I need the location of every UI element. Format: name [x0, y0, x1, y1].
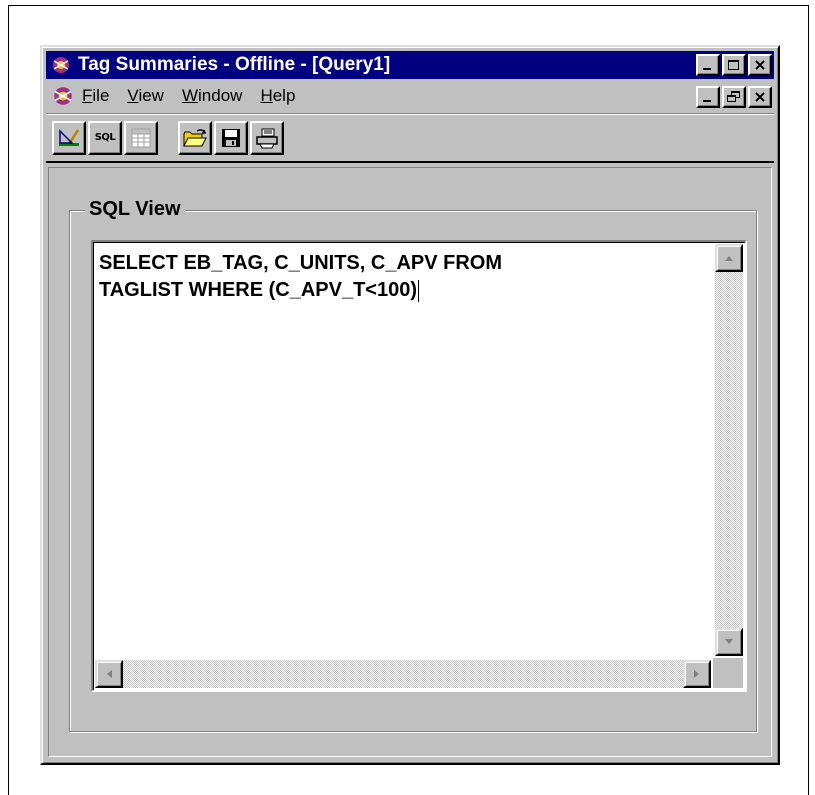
scroll-down-button[interactable] [715, 628, 743, 656]
mdi-close-button[interactable] [748, 86, 772, 108]
arrow-left-icon [107, 670, 112, 678]
design-view-icon [59, 128, 80, 146]
sql-query-text[interactable]: SELECT EB_TAG, C_UNITS, C_APV FROM TAGLI… [99, 250, 699, 304]
mdi-controls [694, 86, 772, 108]
menu-file[interactable]: File [82, 86, 109, 106]
mdi-client-area: SQL View SELECT EB_TAG, C_UNITS, C_APV F… [48, 167, 772, 757]
minimize-icon [703, 68, 711, 70]
app-icon[interactable] [50, 54, 72, 76]
menu-window[interactable]: Window [182, 86, 242, 106]
open-button[interactable] [178, 120, 212, 155]
query-line-1: SELECT EB_TAG, C_UNITS, C_APV FROM [99, 252, 503, 274]
datasheet-view-icon [131, 128, 151, 147]
minimize-icon [703, 100, 711, 102]
title-bar[interactable]: Tag Summaries - Offline - [Query1] [46, 51, 774, 79]
datasheet-view-button[interactable] [124, 120, 158, 155]
menu-help[interactable]: Help [260, 86, 295, 106]
close-button[interactable] [748, 54, 772, 76]
arrow-down-icon [725, 639, 733, 644]
minimize-button[interactable] [696, 54, 720, 76]
sql-editor[interactable]: SELECT EB_TAG, C_UNITS, C_APV FROM TAGLI… [91, 240, 747, 692]
scroll-right-button[interactable] [683, 660, 711, 688]
text-caret [418, 279, 420, 302]
arrow-right-icon [694, 670, 699, 678]
restore-icon [727, 91, 740, 102]
group-label: SQL View [85, 198, 185, 221]
scrollbar-corner [713, 658, 743, 688]
maximize-icon [728, 60, 739, 70]
design-view-button[interactable] [52, 120, 86, 155]
save-button[interactable] [214, 120, 248, 155]
horizontal-scrollbar[interactable] [95, 660, 711, 688]
print-button[interactable] [250, 120, 284, 155]
sql-view-icon: SQL [94, 132, 116, 143]
open-folder-icon [183, 128, 207, 146]
window-title: Tag Summaries - Offline - [Query1] [78, 54, 391, 75]
scroll-left-button[interactable] [95, 660, 123, 688]
document-icon[interactable] [52, 85, 74, 107]
print-icon [256, 128, 278, 148]
mdi-minimize-button[interactable] [696, 86, 720, 108]
vertical-scrollbar[interactable] [715, 244, 743, 656]
maximize-button[interactable] [722, 54, 746, 76]
toolbar: SQL [46, 113, 774, 163]
close-icon [755, 60, 765, 70]
arrow-up-icon [725, 256, 733, 261]
app-window: Tag Summaries - Offline - [Query1] File … [40, 45, 780, 765]
query-line-2: TAGLIST WHERE (C_APV_T<100) [99, 279, 420, 302]
menu-view[interactable]: View [127, 86, 164, 106]
menu-bar: File View Window Help [46, 81, 774, 111]
scroll-up-button[interactable] [715, 244, 743, 272]
mdi-restore-button[interactable] [722, 86, 746, 108]
sql-view-button[interactable]: SQL [88, 120, 122, 155]
save-disk-icon [222, 128, 240, 147]
close-icon [755, 92, 765, 102]
